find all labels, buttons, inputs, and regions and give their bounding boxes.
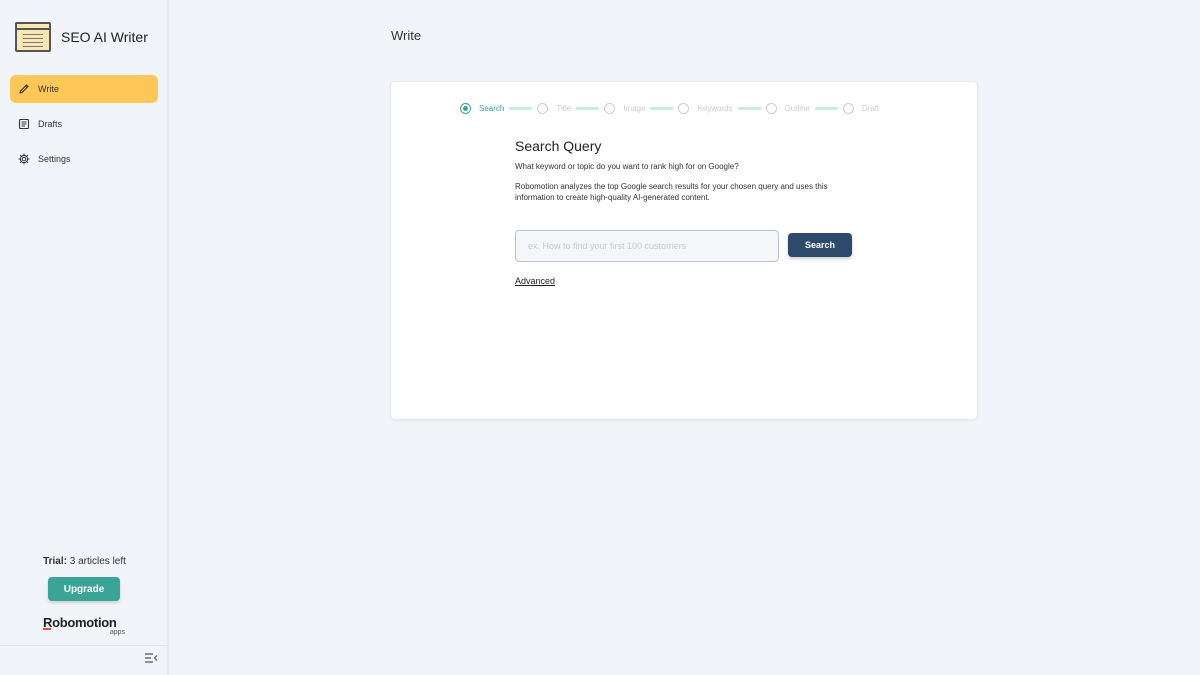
step-radio-icon <box>678 103 690 114</box>
step-draft[interactable]: Draft <box>842 103 880 114</box>
sidebar-item-write[interactable]: Write <box>10 75 158 103</box>
step-connector <box>814 107 838 110</box>
sidebar-item-label: Write <box>38 84 59 94</box>
trial-count: 3 <box>69 556 76 567</box>
robomotion-mark-icon <box>43 628 51 630</box>
step-search[interactable]: Search <box>460 103 504 114</box>
sidebar-divider <box>0 645 167 646</box>
robomotion-name: Robomotion <box>43 615 117 630</box>
form-title: Search Query <box>515 138 602 154</box>
step-radio-icon <box>765 103 777 114</box>
step-image[interactable]: Image <box>604 103 645 114</box>
step-connector <box>737 107 761 110</box>
pencil-icon <box>17 82 31 96</box>
upgrade-button[interactable]: Upgrade <box>48 577 120 601</box>
page-title: Write <box>391 28 422 43</box>
trial-suffix: articles left <box>78 556 126 567</box>
app-title: SEO AI Writer <box>61 29 148 45</box>
robomotion-logo: Robomotion apps <box>43 614 127 640</box>
write-card: Search Title Image Keywords Outline Draf… <box>391 82 977 419</box>
advanced-link[interactable]: Advanced <box>515 276 555 286</box>
step-keywords[interactable]: Keywords <box>678 103 733 114</box>
sidebar-item-settings[interactable]: Settings <box>10 145 158 173</box>
form-description: Robomotion analyzes the top Google searc… <box>515 182 828 202</box>
step-radio-icon <box>460 103 471 114</box>
step-label: Title <box>556 104 572 113</box>
sidebar-item-label: Settings <box>38 154 71 164</box>
search-query-input[interactable] <box>515 230 779 262</box>
step-connector <box>576 107 600 110</box>
sidebar-item-label: Drafts <box>38 119 63 129</box>
search-button[interactable]: Search <box>788 233 852 257</box>
step-radio-icon <box>842 103 854 114</box>
step-label: Keywords <box>697 104 733 113</box>
document-icon <box>17 117 31 131</box>
app-logo-icon <box>15 22 51 52</box>
step-label: Search <box>479 104 505 113</box>
trial-status: Trial: 3 articles left <box>0 556 169 567</box>
form-question: What keyword or topic do you want to ran… <box>515 162 739 171</box>
step-radio-icon <box>537 103 549 114</box>
step-label: Outline <box>784 104 810 113</box>
step-outline[interactable]: Outline <box>765 103 810 114</box>
search-form: Search Query What keyword or topic do yo… <box>515 138 855 286</box>
brand: SEO AI Writer <box>15 22 148 52</box>
step-label: Draft <box>861 104 880 113</box>
sidebar-item-drafts[interactable]: Drafts <box>10 110 158 138</box>
sidebar: SEO AI Writer Write Drafts Settings Tria… <box>0 0 169 675</box>
step-radio-icon <box>604 103 616 114</box>
step-connector <box>650 107 674 110</box>
sidebar-nav: Write Drafts Settings <box>10 75 158 180</box>
step-label: Image <box>623 104 646 113</box>
step-title[interactable]: Title <box>537 103 571 114</box>
stepper: Search Title Image Keywords Outline Draf… <box>460 103 879 114</box>
robomotion-sub: apps <box>109 629 125 636</box>
step-connector <box>509 107 533 110</box>
trial-label: Trial: <box>43 556 67 567</box>
gear-icon <box>17 152 31 166</box>
collapse-sidebar-icon[interactable] <box>144 651 158 663</box>
